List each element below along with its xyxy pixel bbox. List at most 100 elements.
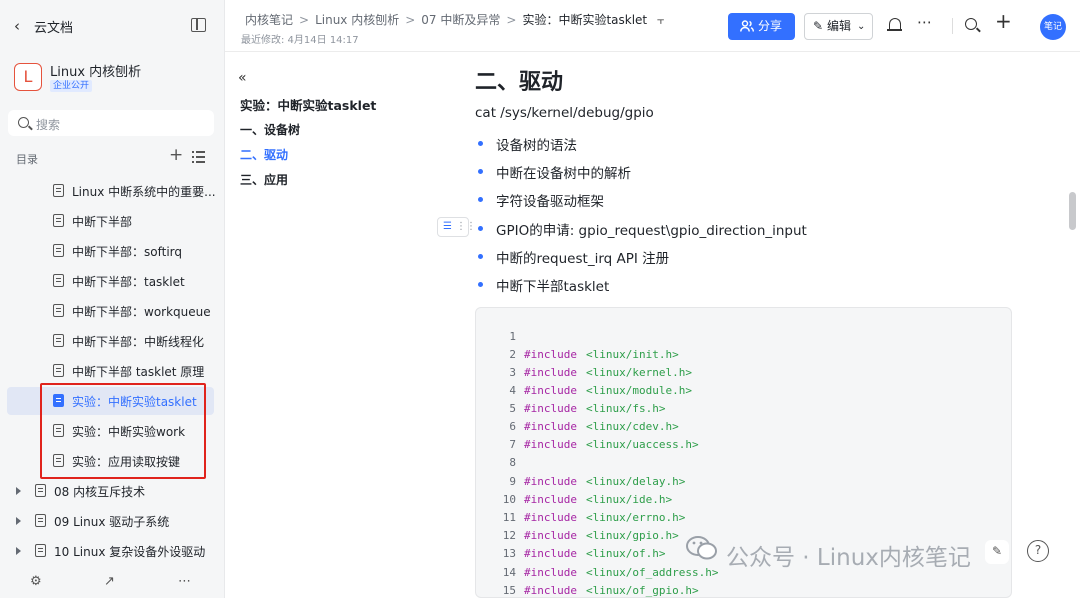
code-line: 1 bbox=[476, 330, 1011, 348]
share-label: 分享 bbox=[758, 19, 783, 33]
scrollbar-thumb[interactable] bbox=[1069, 192, 1076, 230]
tree-item[interactable]: Linux 中断系统中的重要... bbox=[0, 177, 225, 205]
plus-icon[interactable]: + bbox=[995, 11, 1012, 31]
back-label[interactable]: 云文档 bbox=[34, 17, 73, 36]
bullet-dot bbox=[478, 197, 483, 202]
breadcrumb-item[interactable]: 内核笔记 bbox=[245, 13, 293, 27]
tree-item-label: Linux 中断系统中的重要... bbox=[72, 185, 216, 199]
tree-item[interactable]: 实验：中断实验work bbox=[0, 417, 225, 445]
pin-icon[interactable]: ⫟ bbox=[657, 13, 664, 27]
expand-caret-icon[interactable] bbox=[16, 547, 21, 555]
code-keyword: #include bbox=[524, 493, 577, 506]
code-include: <linux/init.h> bbox=[586, 348, 679, 361]
breadcrumb-current: 实验：中断实验tasklet bbox=[522, 13, 648, 27]
expand-caret-icon[interactable] bbox=[16, 487, 21, 495]
search-icon bbox=[18, 117, 29, 128]
tree-folder[interactable]: 10 Linux 复杂设备外设驱动 bbox=[0, 537, 225, 565]
settings-icon[interactable]: ⚙ bbox=[30, 574, 42, 589]
list-item-text: 中断在设备树中的解析 bbox=[496, 166, 631, 182]
tree-item[interactable]: 中断下半部 bbox=[0, 207, 225, 235]
doc-icon bbox=[35, 544, 46, 557]
doc-icon bbox=[53, 304, 64, 317]
code-include: <linux/of_gpio.h> bbox=[586, 584, 699, 597]
tree-folder[interactable]: 08 内核互斥技术 bbox=[0, 477, 225, 505]
code-line: 9 #include <linux/delay.h> bbox=[476, 475, 1011, 493]
code-keyword: #include bbox=[524, 402, 577, 415]
expand-caret-icon[interactable] bbox=[16, 517, 21, 525]
search-input[interactable]: 搜索 bbox=[8, 110, 214, 136]
line-number: 6 bbox=[509, 420, 516, 433]
edit-button[interactable]: ✎ 编辑 ⌄ bbox=[804, 13, 873, 40]
outline-title[interactable]: 实验：中断实验tasklet bbox=[240, 95, 376, 114]
comment-float-icon[interactable]: ✎ bbox=[985, 540, 1009, 564]
tree-item[interactable]: 中断下半部 tasklet 原理 bbox=[0, 357, 225, 385]
share-button[interactable]: 分享 bbox=[728, 13, 795, 40]
tree-item[interactable]: 中断下半部：中断线程化 bbox=[0, 327, 225, 355]
avatar[interactable]: 笔记 bbox=[1040, 14, 1066, 40]
outline-item[interactable]: 三、应用 bbox=[240, 171, 288, 188]
toc-label: 目录 bbox=[16, 153, 38, 166]
tree-item-label: 中断下半部：中断线程化 bbox=[72, 335, 205, 349]
list-item-text: 设备树的语法 bbox=[496, 138, 577, 154]
line-number: 2 bbox=[509, 348, 516, 361]
doc-icon bbox=[53, 454, 64, 467]
share-out-icon[interactable]: ↗ bbox=[104, 574, 115, 589]
sidebar: ‹ 云文档 L Linux 内核刨析 企业公开 搜索 目录 + Linux 中断… bbox=[0, 0, 225, 598]
outline-item[interactable]: 一、设备树 bbox=[240, 121, 300, 138]
code-keyword: #include bbox=[524, 384, 577, 397]
tree-item[interactable]: 中断下半部：softirq bbox=[0, 237, 225, 265]
bell-icon[interactable] bbox=[887, 18, 902, 31]
line-number: 15 bbox=[502, 584, 516, 597]
code-line: 7 #include <linux/uaccess.h> bbox=[476, 438, 1011, 456]
kb-badge: 企业公开 bbox=[50, 80, 93, 92]
breadcrumb-separator: > bbox=[405, 13, 416, 27]
tree-item-label: 实验：应用读取按键 bbox=[72, 455, 181, 469]
tree-item[interactable]: 中断下半部：workqueue bbox=[0, 297, 225, 325]
add-icon[interactable]: + bbox=[169, 147, 183, 164]
tree-item-label: 中断下半部：softirq bbox=[72, 245, 182, 259]
drag-handle-icon: ⋮⋮ bbox=[455, 221, 476, 232]
code-include: <linux/fs.h> bbox=[586, 402, 666, 415]
kb-logo: L bbox=[14, 63, 42, 91]
code-keyword: #include bbox=[524, 547, 577, 560]
back-arrow-icon[interactable]: ‹ bbox=[14, 18, 28, 34]
code-line: 3 #include <linux/kernel.h> bbox=[476, 366, 1011, 384]
collapse-outline-icon[interactable]: « bbox=[238, 70, 247, 86]
bullet-dot bbox=[478, 141, 483, 146]
kb-name[interactable]: Linux 内核刨析 bbox=[50, 61, 141, 80]
outline-item-current[interactable]: 二、驱动 bbox=[240, 146, 288, 163]
code-line: 10 #include <linux/ide.h> bbox=[476, 493, 1011, 511]
more-icon[interactable]: ⋯ bbox=[917, 14, 932, 30]
list-view-icon[interactable] bbox=[192, 151, 205, 163]
breadcrumb-separator: > bbox=[506, 13, 517, 27]
help-icon[interactable]: ? bbox=[1027, 540, 1049, 562]
code-line: 6 #include <linux/cdev.h> bbox=[476, 420, 1011, 438]
code-include: <linux/gpio.h> bbox=[586, 529, 679, 542]
code-line: 11 #include <linux/errno.h> bbox=[476, 511, 1011, 529]
tree-folder[interactable]: 09 Linux 驱动子系统 bbox=[0, 507, 225, 535]
search-icon[interactable] bbox=[965, 18, 977, 30]
doc-icon bbox=[53, 364, 64, 377]
bullet-dot bbox=[478, 282, 483, 287]
code-line: 5 #include <linux/fs.h> bbox=[476, 402, 1011, 420]
search-placeholder: 搜索 bbox=[36, 118, 61, 132]
code-include: <linux/of_address.h> bbox=[586, 566, 719, 579]
bullet-dot bbox=[478, 254, 483, 259]
more-icon[interactable]: ⋯ bbox=[178, 574, 191, 589]
breadcrumb-item[interactable]: Linux 内核刨析 bbox=[315, 13, 399, 27]
code-line: 4 #include <linux/module.h> bbox=[476, 384, 1011, 402]
code-keyword: #include bbox=[524, 420, 577, 433]
line-number: 5 bbox=[509, 402, 516, 415]
block-handle[interactable]: ☰ ⋮⋮ bbox=[437, 217, 476, 237]
sidebar-toggle-icon[interactable] bbox=[191, 18, 206, 32]
tree-item-label: 中断下半部：tasklet bbox=[72, 275, 185, 289]
line-number: 10 bbox=[502, 493, 516, 506]
line-number: 7 bbox=[509, 438, 516, 451]
list-item-text: 中断的request_irq API 注册 bbox=[496, 251, 670, 267]
tree-item[interactable]: 中断下半部：tasklet bbox=[0, 267, 225, 295]
code-include: <linux/uaccess.h> bbox=[586, 438, 699, 451]
tree-item-current[interactable]: 实验：中断实验tasklet bbox=[7, 387, 214, 415]
tree-item[interactable]: 实验：应用读取按键 bbox=[0, 447, 225, 475]
breadcrumb-item[interactable]: 07 中断及异常 bbox=[421, 13, 500, 27]
edit-label: 编辑 bbox=[827, 19, 852, 33]
